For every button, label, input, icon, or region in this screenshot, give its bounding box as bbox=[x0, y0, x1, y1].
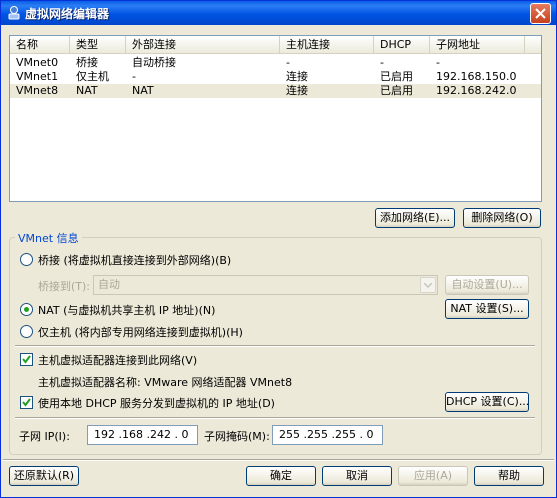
cell-external: NAT bbox=[132, 84, 154, 97]
column-header-name[interactable]: 名称 bbox=[10, 36, 70, 54]
column-header-type[interactable]: 类型 bbox=[70, 36, 126, 54]
table-row-selected[interactable]: VMnet8 NAT NAT 连接 已启用 192.168.242.0 bbox=[10, 84, 541, 98]
check-icon bbox=[22, 398, 31, 407]
window-title: 虚拟网络编辑器 bbox=[25, 7, 110, 21]
close-icon bbox=[535, 8, 546, 19]
cell-host: 连接 bbox=[286, 84, 308, 97]
close-button[interactable] bbox=[530, 3, 551, 24]
help-button[interactable]: 帮助 bbox=[474, 466, 544, 486]
network-app-icon bbox=[8, 6, 20, 20]
bridged-to-label: 桥接到(T): bbox=[38, 280, 91, 293]
apply-button: 应用(A) bbox=[398, 466, 468, 486]
virtual-network-editor-window: 虚拟网络编辑器 名称 类型 外部连接 主机连接 DHCP 子网地址 VMnet0… bbox=[0, 0, 557, 498]
bridged-to-select: 自动 bbox=[93, 275, 438, 295]
column-header-dhcp[interactable]: DHCP bbox=[374, 36, 430, 54]
cell-name: VMnet1 bbox=[16, 70, 59, 83]
cell-host: 连接 bbox=[286, 70, 308, 83]
nat-label[interactable]: NAT (与虚拟机共享主机 IP 地址)(N) bbox=[38, 302, 215, 318]
cell-subnet: 192.168.150.0 bbox=[436, 70, 517, 83]
cell-external: 自动桥接 bbox=[132, 56, 176, 69]
subnet-mask-field[interactable]: 255 .255 .255 . 0 bbox=[272, 425, 383, 445]
title-bar[interactable]: 虚拟网络编辑器 bbox=[1, 1, 556, 25]
restore-defaults-button[interactable]: 还原默认(R) bbox=[9, 466, 79, 486]
check-icon bbox=[22, 355, 31, 364]
connect-adapter-label[interactable]: 主机虚拟适配器连接到此网络(V) bbox=[38, 352, 197, 368]
table-row[interactable]: VMnet0 桥接 自动桥接 - - - bbox=[10, 56, 541, 70]
bridged-label[interactable]: 桥接 (将虚拟机直接连接到外部网络)(B) bbox=[38, 252, 231, 268]
use-dhcp-checkbox[interactable] bbox=[20, 396, 33, 409]
network-list[interactable]: 名称 类型 外部连接 主机连接 DHCP 子网地址 VMnet0 桥接 自动桥接… bbox=[9, 35, 542, 202]
ok-button[interactable]: 确定 bbox=[246, 466, 316, 486]
remove-network-button[interactable]: 删除网络(O) bbox=[463, 208, 541, 228]
cell-name: VMnet0 bbox=[16, 56, 59, 69]
adapter-name-text: 主机虚拟适配器名称: VMware 网络适配器 VMnet8 bbox=[38, 376, 293, 389]
cancel-button[interactable]: 取消 bbox=[322, 466, 392, 486]
cell-type: NAT bbox=[76, 84, 98, 97]
nat-radio[interactable] bbox=[20, 303, 33, 316]
cell-type: 桥接 bbox=[76, 56, 98, 69]
nat-settings-button[interactable]: NAT 设置(S)... bbox=[445, 299, 529, 319]
use-dhcp-label[interactable]: 使用本地 DHCP 服务分发到虚拟机的 IP 地址(D) bbox=[38, 395, 275, 411]
divider bbox=[15, 345, 535, 347]
divider bbox=[15, 417, 535, 419]
vmnet-info-title: VMnet 信息 bbox=[15, 230, 82, 246]
cell-dhcp: 已启用 bbox=[380, 84, 413, 97]
dhcp-settings-button[interactable]: DHCP 设置(C)... bbox=[445, 392, 529, 412]
subnet-ip-label: 子网 IP(I): bbox=[19, 430, 70, 443]
cell-external: - bbox=[132, 70, 136, 83]
bridged-radio[interactable] bbox=[20, 253, 33, 266]
column-header-external[interactable]: 外部连接 bbox=[126, 36, 280, 54]
cell-type: 仅主机 bbox=[76, 70, 109, 83]
host-only-label[interactable]: 仅主机 (将内部专用网络连接到虚拟机)(H) bbox=[38, 324, 243, 340]
subnet-ip-field[interactable]: 192 .168 .242 . 0 bbox=[87, 425, 198, 445]
bridged-to-value: 自动 bbox=[98, 278, 120, 291]
cell-subnet: - bbox=[436, 56, 440, 69]
column-header-host[interactable]: 主机连接 bbox=[280, 36, 374, 54]
cell-subnet: 192.168.242.0 bbox=[436, 84, 517, 97]
cell-host: - bbox=[286, 56, 290, 69]
column-header-subnet[interactable]: 子网地址 bbox=[430, 36, 525, 54]
chevron-down-icon bbox=[420, 277, 436, 293]
cell-dhcp: - bbox=[380, 56, 384, 69]
connect-adapter-checkbox[interactable] bbox=[20, 353, 33, 366]
add-network-button[interactable]: 添加网络(E)... bbox=[375, 208, 455, 228]
table-row[interactable]: VMnet1 仅主机 - 连接 已启用 192.168.150.0 bbox=[10, 70, 541, 84]
auto-settings-button: 自动设置(U)... bbox=[445, 275, 529, 295]
cell-dhcp: 已启用 bbox=[380, 70, 413, 83]
cell-name: VMnet8 bbox=[16, 84, 59, 97]
network-list-header: 名称 类型 外部连接 主机连接 DHCP 子网地址 bbox=[10, 36, 541, 54]
divider bbox=[3, 459, 554, 461]
host-only-radio[interactable] bbox=[20, 325, 33, 338]
subnet-mask-label: 子网掩码(M): bbox=[204, 430, 270, 443]
